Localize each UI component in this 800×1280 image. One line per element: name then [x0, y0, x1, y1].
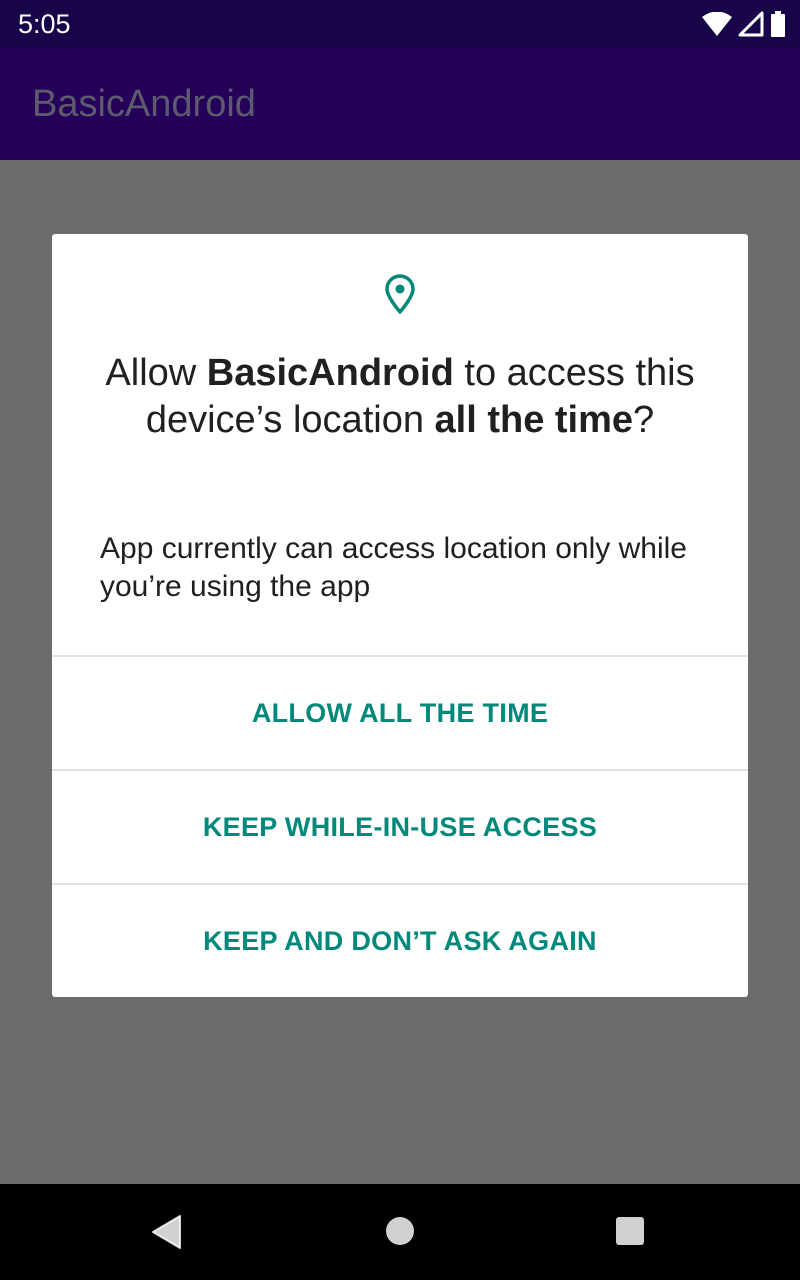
- location-pin-icon: [384, 274, 416, 314]
- wifi-icon: [702, 11, 732, 36]
- allow-all-the-time-button[interactable]: ALLOW ALL THE TIME: [52, 657, 748, 769]
- title-app-name: BasicAndroid: [206, 352, 454, 394]
- title-all-the-time: all the time: [434, 399, 634, 441]
- keep-while-in-use-button[interactable]: KEEP WHILE-IN-USE ACCESS: [52, 771, 748, 883]
- status-time: 5:05: [18, 9, 71, 39]
- battery-icon: [770, 11, 786, 37]
- title-text-allow: Allow: [105, 352, 207, 394]
- back-icon[interactable]: [150, 1214, 184, 1250]
- app-title: BasicAndroid: [32, 83, 256, 125]
- title-question-mark: ?: [633, 399, 655, 441]
- keep-and-dont-ask-again-button[interactable]: KEEP AND DON’T ASK AGAIN: [52, 885, 748, 997]
- permission-dialog: Allow BasicAndroid to access this device…: [52, 234, 748, 997]
- status-bar: 5:05: [0, 0, 800, 48]
- app-bar: BasicAndroid: [0, 48, 800, 160]
- status-icons: [702, 10, 786, 38]
- navigation-bar: [0, 1184, 800, 1280]
- dialog-message: App currently can access location only w…: [100, 532, 687, 603]
- dialog-title: Allow BasicAndroid to access this device…: [92, 350, 708, 444]
- recents-icon[interactable]: [615, 1216, 645, 1246]
- signal-icon: [738, 11, 764, 37]
- home-icon[interactable]: [385, 1216, 415, 1246]
